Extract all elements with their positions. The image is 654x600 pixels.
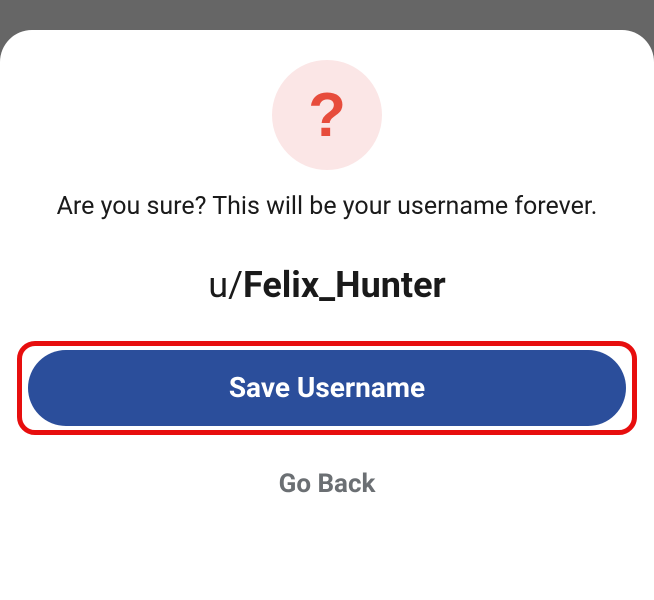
save-username-button[interactable]: Save Username xyxy=(28,350,626,426)
username-value: Felix_Hunter xyxy=(243,264,446,306)
highlight-annotation: Save Username xyxy=(17,341,637,435)
question-mark-icon: ? xyxy=(308,80,346,151)
question-icon-circle: ? xyxy=(272,60,382,170)
go-back-button[interactable]: Go Back xyxy=(279,469,376,499)
confirmation-message: Are you sure? This will be your username… xyxy=(57,190,598,224)
username-prefix: u/ xyxy=(208,264,243,306)
confirm-username-sheet: ? Are you sure? This will be your userna… xyxy=(0,30,654,600)
username-display: u/Felix_Hunter xyxy=(208,264,445,306)
